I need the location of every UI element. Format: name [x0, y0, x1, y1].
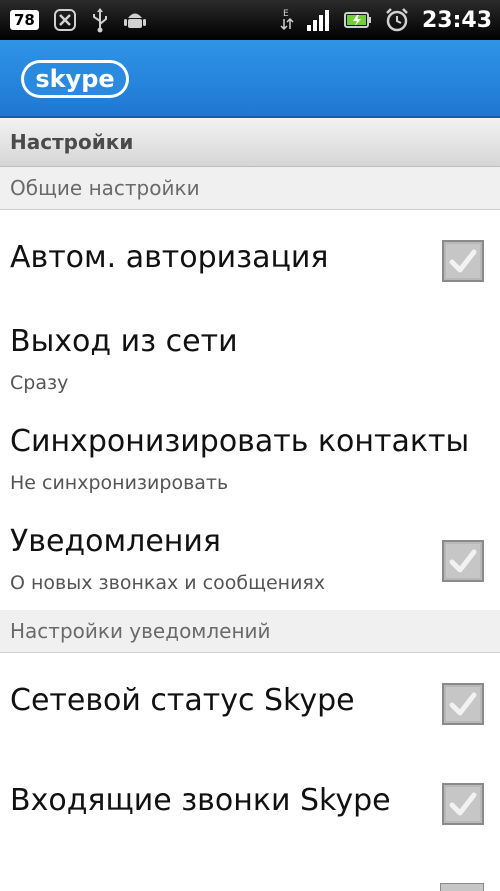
pref-title: Синхронизировать контакты	[10, 424, 470, 459]
pref-title: Уведомления	[10, 524, 221, 559]
battery-icon	[343, 10, 372, 30]
pref-auto-login[interactable]: Автом. авторизация	[0, 210, 500, 311]
data-arrows-icon: E	[280, 7, 294, 33]
skype-logo-text: skype	[35, 65, 114, 93]
pref-notifications[interactable]: Уведомления О новых звонках и сообщениях	[0, 510, 500, 611]
category-header: Общие настройки	[10, 176, 200, 200]
svg-text:E: E	[283, 9, 289, 19]
android-debug-icon	[123, 8, 147, 32]
skype-logo[interactable]: skype	[20, 58, 130, 100]
pref-sync-contacts[interactable]: Синхронизировать контакты Не синхронизир…	[0, 410, 500, 511]
pref-skype-incoming-calls[interactable]: Входящие звонки Skype	[0, 753, 500, 854]
online-status-checkbox[interactable]	[442, 683, 484, 725]
pref-title: Выход из сети	[10, 324, 238, 359]
pref-title: Входящие звонки Skype	[10, 783, 391, 818]
pref-title: Сетевой статус Skype	[10, 683, 355, 718]
missed-call-icon	[53, 8, 77, 32]
notification-count-badge: 78	[10, 10, 39, 30]
pref-next-row-partial[interactable]	[0, 853, 500, 891]
page-title: Настройки	[10, 130, 134, 154]
action-bar: skype	[0, 40, 500, 118]
incoming-calls-checkbox[interactable]	[442, 783, 484, 825]
category-general-settings: Общие настройки	[0, 167, 500, 210]
pref-sign-out[interactable]: Выход из сети Сразу	[0, 310, 500, 411]
alarm-icon	[384, 7, 410, 33]
clock: 23:43	[421, 7, 492, 33]
auto-login-checkbox[interactable]	[442, 240, 484, 282]
pref-title: Автом. авторизация	[10, 240, 329, 275]
pref-summary: О новых звонках и сообщениях	[10, 572, 326, 594]
category-header: Настройки уведомлений	[10, 619, 271, 643]
notifications-checkbox[interactable]	[442, 540, 484, 582]
pref-summary: Сразу	[10, 372, 69, 394]
pref-skype-online-status[interactable]: Сетевой статус Skype	[0, 653, 500, 754]
category-notification-settings: Настройки уведомлений	[0, 610, 500, 653]
pref-summary: Не синхронизировать	[10, 472, 229, 494]
status-bar: 78 E 23:43	[0, 0, 500, 40]
signal-icon	[306, 8, 332, 32]
page-title-bar: Настройки	[0, 118, 500, 167]
usb-icon	[91, 7, 109, 33]
